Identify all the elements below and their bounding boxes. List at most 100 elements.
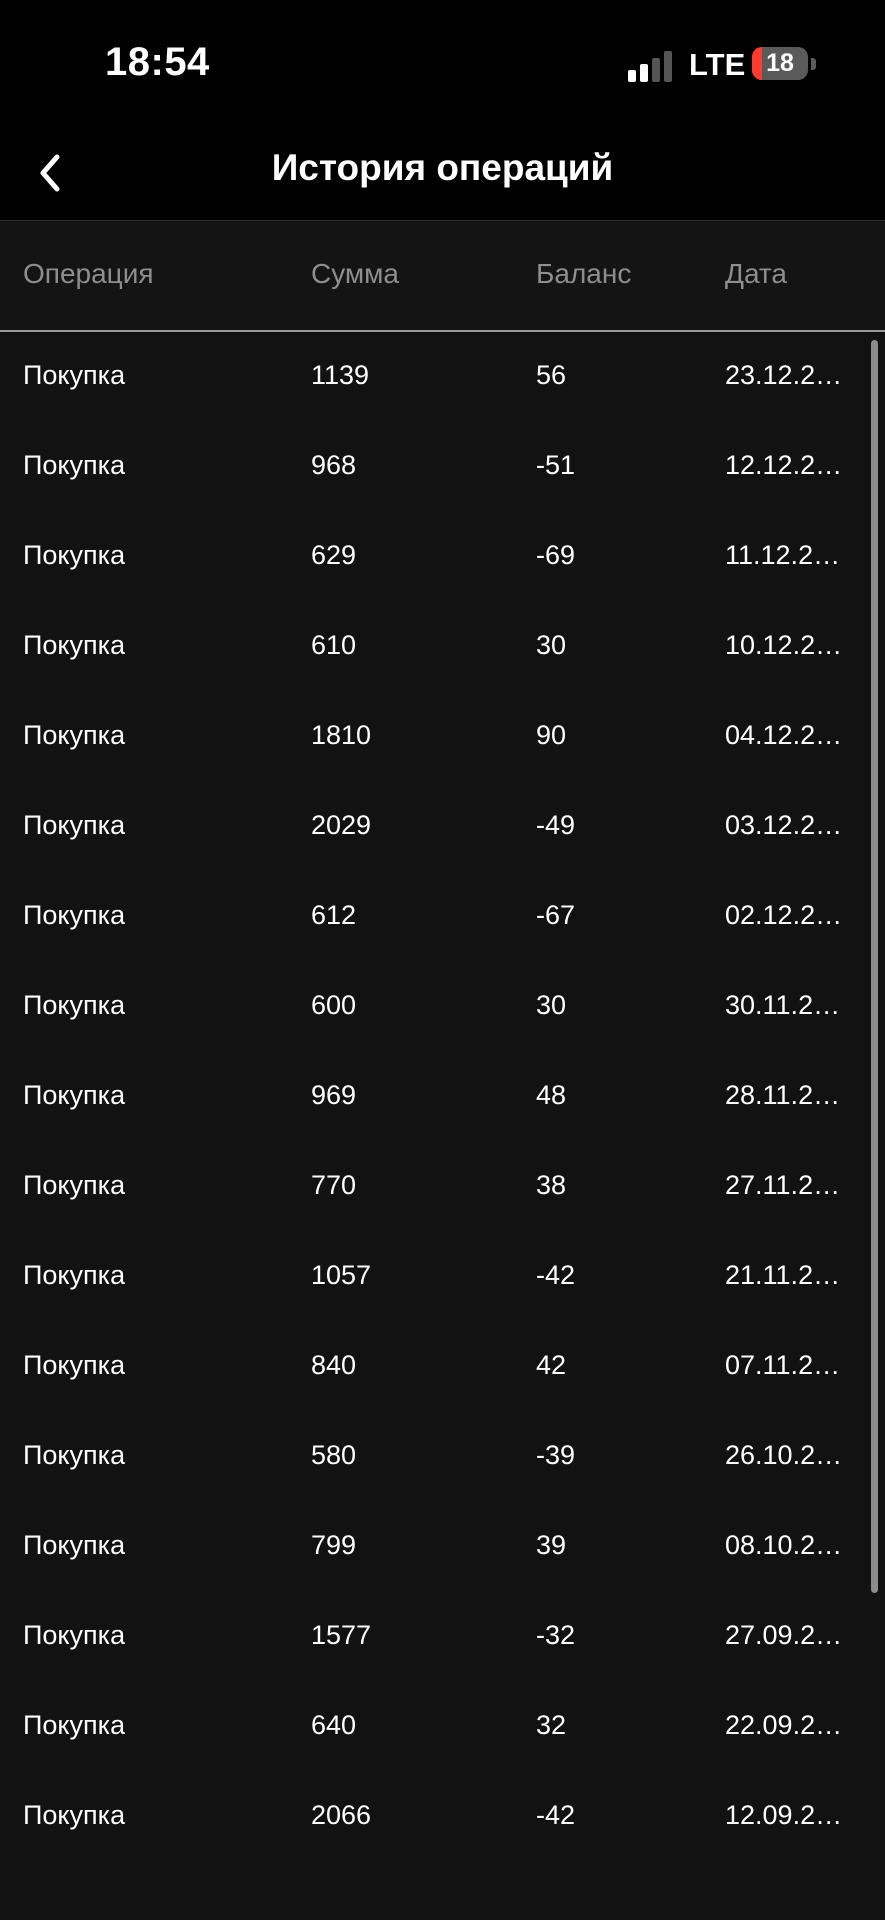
cell-date: 12.09.20…: [725, 1800, 849, 1830]
status-bar: 18:54 LTE 18: [0, 0, 885, 125]
cell-balance: 38: [536, 1170, 567, 1200]
cell-operation: Покупка: [23, 1080, 126, 1110]
cell-date: 03.12.20…: [725, 810, 849, 840]
cell-balance: 42: [536, 1350, 567, 1380]
cell-amount: 1810: [311, 720, 372, 750]
cell-operation: Покупка: [23, 1260, 126, 1290]
table-row[interactable]: Покупка 969 48 28.11.20…: [0, 1053, 885, 1143]
cell-operation: Покупка: [23, 990, 126, 1020]
table-row[interactable]: Покупка 629 -69 11.12.20…: [0, 513, 885, 603]
cell-amount: 629: [311, 540, 357, 570]
cell-amount: 968: [311, 450, 357, 480]
column-header-amount: Сумма: [311, 258, 399, 289]
cell-date: 26.10.20…: [725, 1440, 849, 1470]
cell-operation: Покупка: [23, 1170, 126, 1200]
cell-operation: Покупка: [23, 360, 126, 390]
cell-balance: -42: [536, 1260, 576, 1290]
table-row[interactable]: Покупка 580 -39 26.10.20…: [0, 1413, 885, 1503]
battery-level: 18: [766, 49, 794, 77]
cell-balance: 39: [536, 1530, 567, 1560]
cell-balance: 90: [536, 720, 567, 750]
cell-amount: 2029: [311, 810, 372, 840]
cell-operation: Покупка: [23, 720, 126, 750]
cell-date: 30.11.20…: [725, 990, 849, 1020]
table-row[interactable]: Покупка 610 30 10.12.20…: [0, 603, 885, 693]
column-header-balance: Баланс: [536, 258, 632, 289]
cell-amount: 799: [311, 1530, 357, 1560]
cell-amount: 770: [311, 1170, 357, 1200]
cell-operation: Покупка: [23, 630, 126, 660]
cell-operation: Покупка: [23, 1530, 126, 1560]
cellular-signal-icon: [628, 50, 676, 82]
cell-balance: 48: [536, 1080, 567, 1110]
column-header-operation: Операция: [23, 258, 154, 289]
cell-amount: 580: [311, 1440, 357, 1470]
table-row[interactable]: Покупка 640 32 22.09.20…: [0, 1683, 885, 1773]
table-header: Операция Сумма Баланс Дата: [0, 222, 885, 332]
cell-balance: -49: [536, 810, 576, 840]
cell-amount: 1577: [311, 1620, 372, 1650]
table-row[interactable]: Покупка 1577 -32 27.09.20…: [0, 1593, 885, 1683]
cell-amount: 2066: [311, 1800, 372, 1830]
cell-amount: 1139: [311, 360, 370, 390]
cell-date: 10.12.20…: [725, 630, 849, 660]
battery-tip: [811, 58, 816, 70]
cell-date: 22.09.20…: [725, 1710, 849, 1740]
cell-date: 21.11.20…: [725, 1260, 849, 1290]
cell-amount: 640: [311, 1710, 357, 1740]
scrollbar[interactable]: [871, 340, 878, 1593]
page-title: История операций: [271, 147, 614, 188]
cell-date: 08.10.20…: [725, 1530, 849, 1560]
cell-operation: Покупка: [23, 810, 126, 840]
table-row[interactable]: Покупка 799 39 08.10.20…: [0, 1503, 885, 1593]
cell-balance: -51: [536, 450, 576, 480]
cell-operation: Покупка: [23, 450, 126, 480]
cell-date: 27.09.20…: [725, 1620, 849, 1650]
cell-amount: 610: [311, 630, 357, 660]
cell-amount: 600: [311, 990, 357, 1020]
cell-date: 07.11.20…: [725, 1350, 849, 1380]
cell-operation: Покупка: [23, 1620, 126, 1650]
table-row[interactable]: Покупка 968 -51 12.12.20…: [0, 423, 885, 513]
cell-date: 04.12.20…: [725, 720, 849, 750]
cell-operation: Покупка: [23, 1800, 126, 1830]
cell-amount: 612: [311, 900, 357, 930]
table-row[interactable]: Покупка 770 38 27.11.20…: [0, 1143, 885, 1233]
cell-balance: -32: [536, 1620, 576, 1650]
network-type: LTE: [689, 47, 746, 82]
cell-date: 23.12.20…: [725, 360, 849, 390]
cell-date: 02.12.20…: [725, 900, 849, 930]
cell-amount: 840: [311, 1350, 357, 1380]
cell-operation: Покупка: [23, 900, 126, 930]
cell-date: 27.11.20…: [725, 1170, 849, 1200]
cell-balance: 56: [536, 360, 567, 390]
table-row[interactable]: Покупка 2066 -42 12.09.20…: [0, 1773, 885, 1863]
navigation-bar: История операций: [0, 125, 885, 221]
cell-operation: Покупка: [23, 1440, 126, 1470]
table-row[interactable]: Покупка 1810 90 04.12.20…: [0, 693, 885, 783]
cell-operation: Покупка: [23, 1350, 126, 1380]
cell-amount: 1057: [311, 1260, 372, 1290]
table-row[interactable]: Покупка 1057 -42 21.11.20…: [0, 1233, 885, 1323]
column-header-date: Дата: [725, 258, 788, 289]
table-row[interactable]: Покупка 612 -67 02.12.20…: [0, 873, 885, 963]
cell-operation: Покупка: [23, 540, 126, 570]
cell-date: 28.11.20…: [725, 1080, 849, 1110]
table-row[interactable]: Покупка 600 30 30.11.20…: [0, 963, 885, 1053]
cell-balance: -67: [536, 900, 576, 930]
cell-balance: 30: [536, 990, 567, 1020]
table-row[interactable]: Покупка 2029 -49 03.12.20…: [0, 783, 885, 873]
cell-balance: 32: [536, 1710, 567, 1740]
table-row[interactable]: Покупка 840 42 07.11.20…: [0, 1323, 885, 1413]
cell-balance: -39: [536, 1440, 576, 1470]
battery-icon: 18: [752, 47, 808, 80]
operations-table[interactable]: Покупка 1139 56 23.12.20… Покупка 968 -51 12.12…: [0, 333, 885, 1920]
cell-operation: Покупка: [23, 1710, 126, 1740]
cell-balance: -42: [536, 1800, 576, 1830]
cell-date: 12.12.20…: [725, 450, 849, 480]
cell-balance: 30: [536, 630, 567, 660]
table-row[interactable]: Покупка 1139 56 23.12.20…: [0, 333, 885, 423]
cell-balance: -69: [536, 540, 576, 570]
cell-date: 11.12.20…: [725, 540, 849, 570]
cell-amount: 969: [311, 1080, 357, 1110]
